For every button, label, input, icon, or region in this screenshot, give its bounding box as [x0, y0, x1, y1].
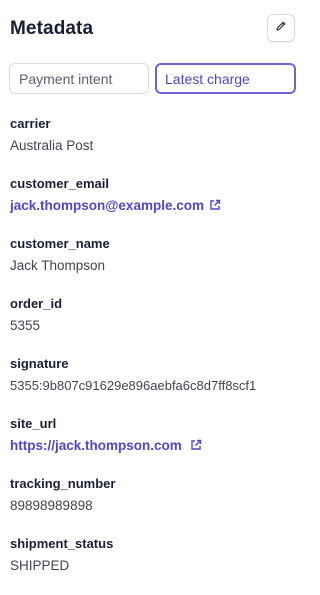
metadata-value: 5355:9b807c91629e896aebfa6c8d7ff8scf1	[10, 378, 257, 393]
metadata-item-tracking-number: tracking_number 89898989898	[10, 475, 300, 535]
pencil-icon	[275, 19, 287, 37]
link-text: https://jack.thompson.com	[10, 438, 182, 453]
metadata-key: signature	[10, 356, 69, 371]
metadata-key: customer_email	[10, 176, 109, 191]
metadata-source-tabs: Payment intent Latest charge	[9, 63, 296, 95]
metadata-key: carrier	[10, 116, 51, 131]
edit-metadata-button[interactable]	[267, 14, 295, 42]
tab-payment-intent[interactable]: Payment intent	[9, 63, 149, 94]
metadata-item-customer-email: customer_email jack.thompson@example.com	[10, 175, 300, 235]
metadata-key: customer_name	[10, 236, 110, 251]
metadata-panel: Metadata Payment intent Latest charge ca…	[0, 0, 310, 583]
external-link-icon	[190, 438, 202, 456]
metadata-list: carrier Australia Post customer_email ja…	[10, 115, 300, 595]
metadata-item-site-url: site_url https://jack.thompson.com	[10, 415, 300, 475]
tab-label: Latest charge	[165, 70, 250, 87]
external-link-icon	[209, 198, 221, 216]
metadata-key: order_id	[10, 296, 63, 311]
link-text: jack.thompson@example.com	[10, 198, 204, 213]
metadata-key: shipment_status	[10, 536, 114, 551]
metadata-value: 89898989898	[10, 498, 93, 513]
metadata-item-carrier: carrier Australia Post	[10, 115, 300, 175]
panel-title: Metadata	[10, 18, 94, 39]
metadata-item-signature: signature 5355:9b807c91629e896aebfa6c8d7…	[10, 355, 300, 415]
metadata-value: Jack Thompson	[10, 258, 106, 273]
customer-email-link[interactable]: jack.thompson@example.com	[10, 197, 300, 216]
metadata-value: 5355	[10, 318, 41, 333]
metadata-item-customer-name: customer_name Jack Thompson	[10, 235, 300, 295]
metadata-value: SHIPPED	[10, 558, 70, 573]
metadata-header: Metadata	[10, 14, 295, 46]
metadata-key: tracking_number	[10, 476, 116, 491]
metadata-key: site_url	[10, 416, 57, 431]
tab-latest-charge[interactable]: Latest charge	[155, 63, 296, 94]
metadata-item-order-id: order_id 5355	[10, 295, 300, 355]
tab-label: Payment intent	[19, 70, 113, 87]
metadata-value: Australia Post	[10, 138, 94, 153]
site-url-link[interactable]: https://jack.thompson.com	[10, 437, 300, 456]
metadata-item-shipment-status: shipment_status SHIPPED	[10, 535, 300, 595]
